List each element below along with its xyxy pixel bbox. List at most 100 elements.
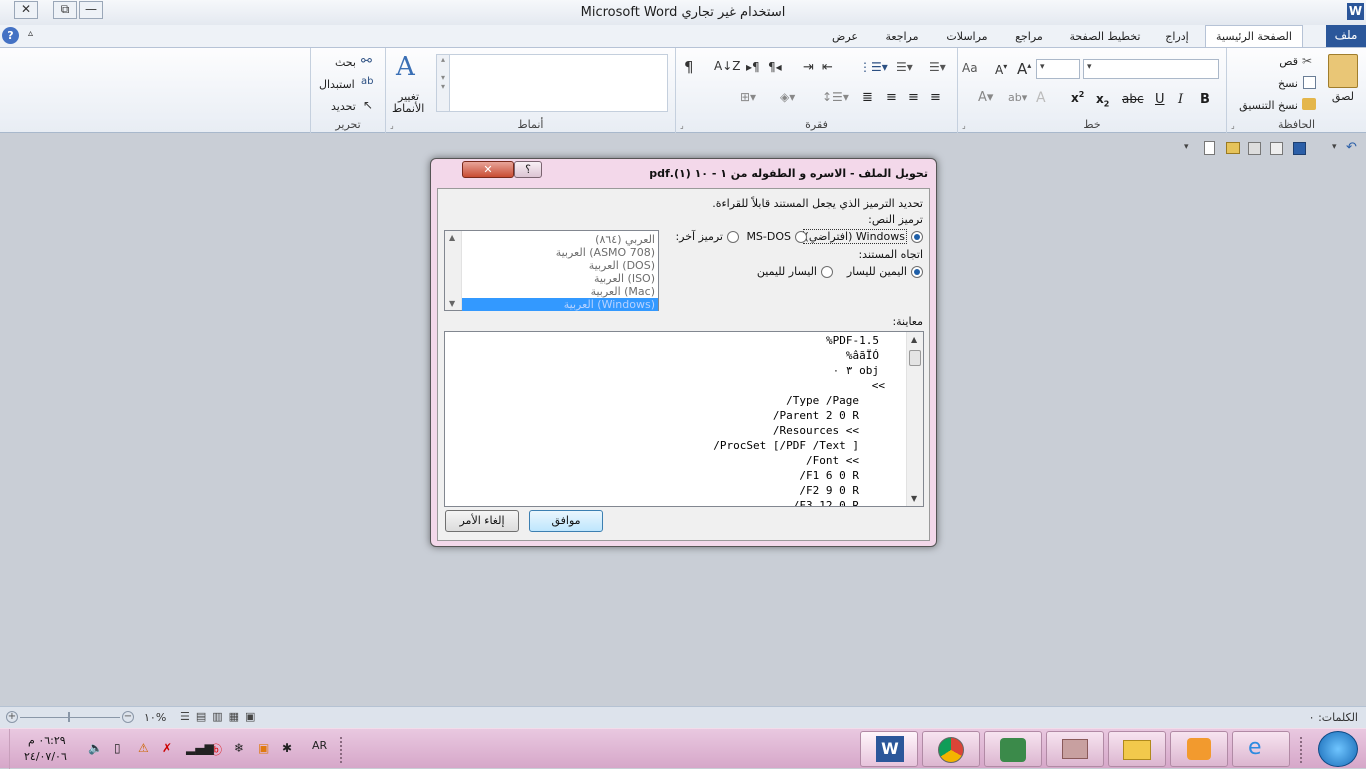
- zoom-in-icon[interactable]: +: [6, 711, 18, 723]
- print-icon[interactable]: [1248, 142, 1261, 155]
- customize-qat-icon[interactable]: ▾: [1184, 142, 1189, 152]
- other-encoding-label[interactable]: ترميز آخر:: [675, 230, 723, 243]
- list-item[interactable]: العربية (ASMO 708): [462, 246, 658, 259]
- scroll-up-icon[interactable]: ▲: [911, 335, 917, 344]
- radio-windows-encoding[interactable]: [911, 230, 923, 243]
- preview-scrollbar[interactable]: ▲ ▼: [906, 332, 923, 506]
- tray-app-icon[interactable]: ❄: [234, 741, 244, 755]
- clock-date[interactable]: ٢٤/٠٧/٠٦: [24, 750, 67, 763]
- text-effects-icon[interactable]: A: [1036, 90, 1046, 106]
- save-icon[interactable]: [1293, 142, 1306, 155]
- styles-gallery[interactable]: [436, 54, 668, 112]
- taskbar-ie[interactable]: e: [1232, 731, 1290, 767]
- radio-selected-icon[interactable]: [911, 231, 923, 243]
- ok-button[interactable]: موافق: [529, 510, 603, 532]
- decrease-indent-icon[interactable]: ⇤: [822, 60, 833, 75]
- dialog-launcher-icon[interactable]: ⌟: [390, 121, 394, 130]
- scroll-down-icon[interactable]: ▼: [911, 494, 917, 503]
- preview-pane[interactable]: %PDF-1.5 %âãÏÓ ٣ ٠ obj << /Type /Page /P…: [444, 331, 924, 507]
- dialog-launcher-icon[interactable]: ⌟: [962, 121, 966, 130]
- print-preview-icon[interactable]: [1270, 142, 1283, 155]
- network-icon[interactable]: ✗: [162, 741, 172, 755]
- replace-icon[interactable]: ab: [361, 76, 373, 87]
- font-name-combo[interactable]: ▾: [1083, 59, 1219, 79]
- select-cursor-icon[interactable]: ↖: [363, 98, 373, 112]
- tab-insert[interactable]: إدراج: [1156, 28, 1198, 47]
- copy-button[interactable]: نسخ: [1278, 77, 1298, 90]
- align-left-icon[interactable]: ≡: [886, 90, 897, 105]
- list-item[interactable]: العربي (٨٦٤): [462, 233, 658, 246]
- radio-ltr-direction[interactable]: [821, 265, 833, 278]
- radio-rtl-direction[interactable]: [911, 265, 923, 278]
- show-desktop-button[interactable]: [0, 729, 10, 769]
- cut-button[interactable]: قص: [1279, 55, 1298, 68]
- font-color-icon[interactable]: A▾: [978, 90, 993, 105]
- select-button[interactable]: تحديد: [331, 100, 356, 113]
- msdos-encoding-label[interactable]: MS-DOS: [746, 230, 791, 243]
- taskbar-media-player[interactable]: [1170, 731, 1228, 767]
- tab-mailings[interactable]: مراسلات: [940, 28, 994, 47]
- new-document-icon[interactable]: [1204, 141, 1215, 155]
- replace-button[interactable]: استبدال: [319, 78, 355, 91]
- change-case-icon[interactable]: Aa: [962, 61, 978, 75]
- gallery-scroll[interactable]: ▴ ▾ ▾: [436, 54, 450, 112]
- align-center-icon[interactable]: ≡: [908, 90, 919, 105]
- radio-msdos-encoding[interactable]: [795, 230, 807, 243]
- increase-indent-icon[interactable]: ⇥: [803, 60, 814, 75]
- taskbar-chrome[interactable]: [922, 731, 980, 767]
- dialog-close-button[interactable]: ✕: [462, 161, 514, 178]
- zoom-level[interactable]: ١٠%: [144, 711, 166, 724]
- start-button[interactable]: [1318, 731, 1358, 767]
- paste-button[interactable]: لصق: [1332, 90, 1354, 103]
- align-right-icon[interactable]: ≡: [930, 90, 941, 105]
- ltr-direction-icon[interactable]: ▸¶: [746, 60, 760, 74]
- dialog-help-button[interactable]: ؟: [514, 161, 542, 178]
- rtl-direction-label[interactable]: اليمين لليسار: [847, 265, 907, 278]
- tab-references[interactable]: مراجع: [1006, 28, 1052, 47]
- radio-selected-icon[interactable]: [911, 266, 923, 278]
- tab-file[interactable]: ملف: [1326, 25, 1366, 47]
- zoom-out-icon[interactable]: −: [122, 711, 134, 723]
- scroll-up-icon[interactable]: ▲: [449, 233, 455, 242]
- open-folder-icon[interactable]: [1226, 142, 1240, 154]
- format-painter-icon[interactable]: [1302, 98, 1316, 110]
- cancel-button[interactable]: إلغاء الأمر: [445, 510, 519, 532]
- borders-icon[interactable]: ⊞▾: [740, 90, 756, 104]
- superscript-icon[interactable]: x2: [1071, 90, 1084, 105]
- encoding-listbox[interactable]: ▲ ▼ العربي (٨٦٤) العربية (ASMO 708) العر…: [444, 230, 659, 311]
- language-indicator[interactable]: AR: [312, 739, 327, 752]
- taskbar-explorer[interactable]: [1108, 731, 1166, 767]
- binoculars-icon[interactable]: ⚯: [361, 54, 372, 69]
- radio-other-encoding[interactable]: [727, 230, 739, 243]
- word-count[interactable]: الكلمات: ٠: [1309, 711, 1358, 724]
- list-item-selected[interactable]: العربية (Windows): [462, 298, 658, 311]
- font-size-combo[interactable]: ▾: [1036, 59, 1080, 79]
- bold-icon[interactable]: B: [1200, 92, 1210, 107]
- radio-unselected-icon[interactable]: [821, 266, 833, 278]
- sort-icon[interactable]: A↓Z: [714, 59, 740, 73]
- shading-icon[interactable]: ◈▾: [780, 90, 795, 104]
- ltr-direction-label[interactable]: اليسار لليمين: [757, 265, 817, 278]
- highlight-icon[interactable]: ab▾: [1008, 91, 1027, 104]
- listbox-scrollbar[interactable]: ▲ ▼: [445, 231, 462, 310]
- view-buttons[interactable]: ☰▤▥▦▣: [180, 710, 261, 723]
- tab-review[interactable]: مراجعة: [878, 28, 926, 47]
- list-item[interactable]: العربية (Mac): [462, 285, 658, 298]
- windows-encoding-label[interactable]: Windows (افتراضي): [802, 229, 907, 244]
- taskbar-word[interactable]: W: [860, 731, 918, 767]
- line-spacing-icon[interactable]: ↕☰▾: [822, 90, 849, 104]
- format-painter-button[interactable]: نسخ التنسيق: [1239, 99, 1298, 112]
- shrink-font-icon[interactable]: A▾: [995, 62, 1007, 77]
- tray-app-icon[interactable]: ▣: [258, 741, 269, 755]
- change-styles-label-2[interactable]: الأنماط: [392, 102, 424, 115]
- scroll-down-icon[interactable]: ▼: [449, 299, 455, 308]
- cut-icon[interactable]: ✂: [1302, 54, 1316, 68]
- list-item[interactable]: العربية (ISO): [462, 272, 658, 285]
- bullets-list-icon[interactable]: ☰▾: [896, 60, 913, 74]
- dialog-launcher-icon[interactable]: ⌟: [680, 121, 684, 130]
- collapse-ribbon-icon[interactable]: ▵: [28, 28, 33, 39]
- change-styles-icon[interactable]: A: [396, 52, 415, 82]
- scroll-thumb[interactable]: [909, 350, 921, 366]
- taskbar-app[interactable]: [1046, 731, 1104, 767]
- strikethrough-icon[interactable]: abc: [1122, 92, 1144, 106]
